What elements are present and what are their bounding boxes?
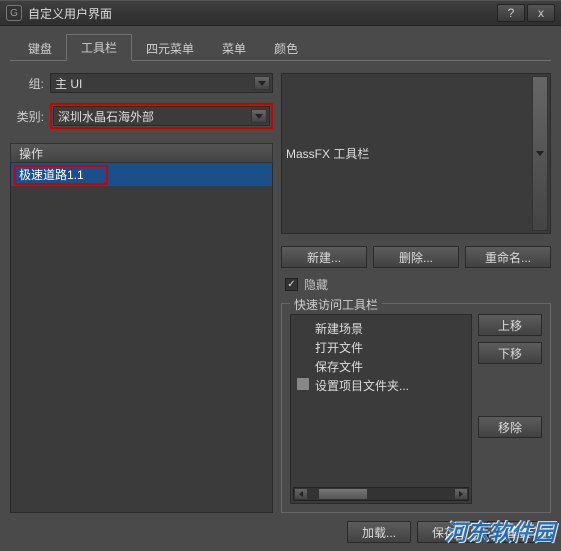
action-list[interactable]: 极速道路1.1 — [10, 163, 273, 513]
window-title: 自定义用户界面 — [28, 5, 495, 22]
scrollbar-track[interactable] — [308, 488, 454, 500]
app-icon: G — [6, 5, 22, 21]
remove-button[interactable]: 移除 — [478, 416, 542, 438]
scrollbar-thumb[interactable] — [318, 488, 368, 500]
left-column: 组: 主 UI 类别: 深圳水晶石海外部 操作 极速道路1.1 — [10, 73, 273, 513]
chevron-down-icon — [532, 76, 548, 231]
tab-keyboard[interactable]: 键盘 — [14, 36, 66, 61]
toolbar-dropdown[interactable]: MassFX 工具栏 — [281, 73, 551, 234]
tab-quadmenu[interactable]: 四元菜单 — [132, 36, 208, 61]
fieldset-legend: 快速访问工具栏 — [290, 296, 382, 313]
list-item[interactable]: 设置项目文件夹... — [293, 376, 469, 395]
delete-button[interactable]: 删除... — [373, 246, 459, 268]
tab-color[interactable]: 颜色 — [260, 36, 312, 61]
horizontal-scrollbar[interactable] — [293, 487, 469, 501]
group-value: 主 UI — [55, 75, 82, 92]
scroll-right-button[interactable] — [454, 488, 468, 500]
list-item[interactable]: 保存文件 — [293, 357, 469, 376]
close-button[interactable]: x — [527, 4, 555, 22]
category-value: 深圳水晶石海外部 — [58, 108, 154, 125]
title-bar: G 自定义用户界面 ? x — [0, 0, 561, 26]
group-dropdown[interactable]: 主 UI — [50, 73, 273, 93]
help-button[interactable]: ? — [497, 4, 525, 22]
group-label: 组: — [10, 75, 50, 92]
tab-menu[interactable]: 菜单 — [208, 36, 260, 61]
hide-checkbox[interactable]: ✓ — [285, 278, 298, 291]
toolbar-value: MassFX 工具栏 — [286, 145, 369, 162]
list-item[interactable]: 打开文件 — [293, 338, 469, 357]
highlight-box — [14, 165, 108, 185]
rename-button[interactable]: 重命名... — [465, 246, 551, 268]
chevron-down-icon — [251, 109, 267, 123]
right-column: MassFX 工具栏 新建... 删除... 重命名... ✓ 隐藏 快速访问工… — [281, 73, 551, 513]
tab-toolbar[interactable]: 工具栏 — [66, 34, 132, 61]
bottom-button-row: 加载... 保存... 重置 — [0, 521, 561, 549]
list-item[interactable]: 新建场景 — [293, 319, 469, 338]
new-button[interactable]: 新建... — [281, 246, 367, 268]
move-down-button[interactable]: 下移 — [478, 342, 542, 364]
action-list-header[interactable]: 操作 — [10, 143, 273, 163]
category-dropdown[interactable]: 深圳水晶石海外部 — [53, 106, 270, 126]
reset-button[interactable]: 重置 — [487, 521, 551, 543]
quick-access-fieldset: 快速访问工具栏 新建场景 打开文件 保存文件 设置项目文件夹... 上移 下移 … — [281, 303, 551, 513]
hide-label: 隐藏 — [304, 276, 328, 293]
scroll-left-button[interactable] — [294, 488, 308, 500]
chevron-down-icon — [254, 76, 270, 90]
save-button[interactable]: 保存... — [417, 521, 481, 543]
category-label: 类别: — [10, 108, 50, 125]
tab-bar: 键盘 工具栏 四元菜单 菜单 颜色 — [0, 26, 561, 61]
load-button[interactable]: 加载... — [347, 521, 411, 543]
quick-access-list[interactable]: 新建场景 打开文件 保存文件 设置项目文件夹... — [290, 314, 472, 504]
move-up-button[interactable]: 上移 — [478, 314, 542, 336]
